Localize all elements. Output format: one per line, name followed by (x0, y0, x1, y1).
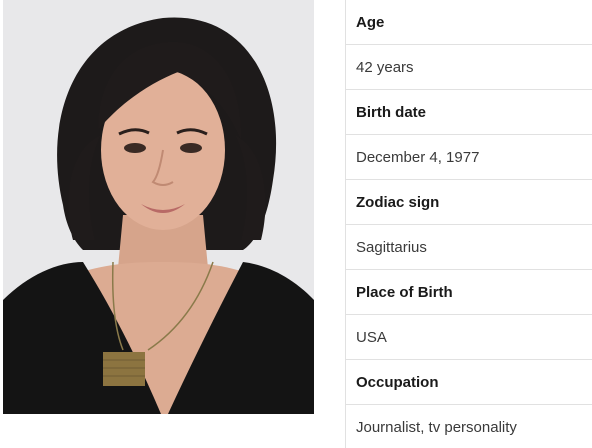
facts-table: Age 42 years Birth date December 4, 1977… (345, 0, 592, 448)
portrait-photo (3, 0, 314, 414)
portrait-illustration (3, 0, 314, 414)
place-of-birth-label: Place of Birth (346, 270, 592, 315)
occupation-value: Journalist, tv personality (356, 418, 517, 436)
place-of-birth-value: USA (346, 315, 592, 360)
profile-card: Age 42 years Birth date December 4, 1977… (0, 0, 592, 448)
zodiac-sign-label: Zodiac sign (346, 180, 592, 225)
birth-date-value: December 4, 1977 (346, 135, 592, 180)
age-label: Age (346, 0, 592, 45)
zodiac-sign-value: Sagittarius (346, 225, 592, 270)
age-value: 42 years (346, 45, 592, 90)
occupation-label: Occupation (346, 360, 592, 405)
birth-date-label: Birth date (346, 90, 592, 135)
